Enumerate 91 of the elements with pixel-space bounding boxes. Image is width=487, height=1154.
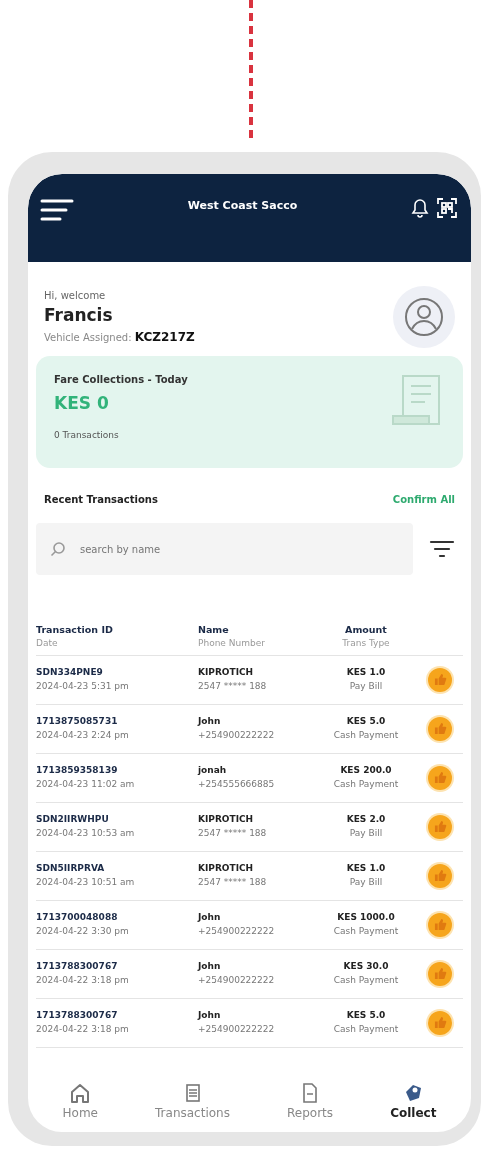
customer-name: John	[198, 911, 222, 925]
nav-tab[interactable]: Home	[62, 1082, 98, 1122]
home-icon	[69, 1082, 92, 1104]
filter-icon[interactable]	[429, 539, 455, 559]
column-subheader: Trans Type	[341, 637, 391, 651]
search-icon	[50, 541, 66, 557]
confirm-button[interactable]	[428, 765, 452, 790]
card-title: Fare Collections - Today	[54, 373, 188, 387]
phone-number: 2547 ***** 188	[198, 679, 268, 693]
transaction-id: 1713700048088	[36, 911, 119, 925]
transaction-id: 1713859358139	[36, 764, 119, 778]
phone-number: +254900222222	[198, 973, 276, 987]
transaction-type: Cash Payment	[332, 777, 400, 791]
confirm-button[interactable]	[428, 912, 452, 937]
amount: KES 1.0	[345, 862, 387, 876]
amount: KES 1000.0	[336, 911, 396, 925]
column-header: Transaction ID	[36, 623, 114, 637]
customer-name: John	[198, 715, 222, 729]
menu-icon[interactable]	[40, 198, 74, 222]
confirm-button[interactable]	[428, 863, 452, 888]
thumbs-up-icon	[433, 673, 447, 687]
customer-name: John	[198, 1009, 222, 1023]
customer-name: KIPROTICH	[198, 862, 255, 876]
phone-number: +254900222222	[198, 1022, 276, 1036]
confirm-button[interactable]	[428, 961, 452, 986]
confirm-button[interactable]	[428, 667, 452, 692]
search-field[interactable]: search by name	[36, 523, 413, 575]
phone-number: 2547 ***** 188	[198, 826, 268, 840]
confirm-button[interactable]	[428, 814, 452, 839]
phone-number: +254900222222	[198, 924, 276, 938]
nav-tab[interactable]: Collect	[390, 1082, 437, 1122]
confirm-all-link[interactable]: Confirm All	[392, 492, 455, 507]
amount: KES 5.0	[345, 1009, 387, 1023]
thumbs-up-icon	[433, 1016, 447, 1030]
phone-number: +254900222222	[198, 728, 276, 742]
thumbs-up-icon	[433, 869, 447, 883]
transaction-id: 1713788300767	[36, 1009, 119, 1023]
amount: KES 30.0	[342, 960, 390, 974]
transaction-type: Cash Payment	[332, 728, 400, 742]
column-header: Name	[198, 623, 230, 637]
transaction-date: 2024-04-22 3:18 pm	[36, 1022, 130, 1036]
amount: KES 2.0	[345, 813, 387, 827]
confirm-button[interactable]	[428, 716, 452, 741]
transaction-date: 2024-04-23 10:51 am	[36, 875, 136, 889]
greeting-text: Hi, welcome	[44, 288, 107, 303]
transaction-date: 2024-04-22 3:30 pm	[36, 924, 130, 938]
transaction-type: Pay Bill	[348, 875, 384, 889]
transaction-type: Cash Payment	[332, 973, 400, 987]
user-icon	[404, 297, 444, 337]
customer-name: KIPROTICH	[198, 813, 255, 827]
transaction-count: 0 Transactions	[54, 428, 120, 442]
vehicle-assigned-text: Vehicle Assigned: KCZ217Z	[44, 329, 195, 347]
column-header: Amount	[344, 623, 388, 637]
transaction-date: 2024-04-23 5:31 pm	[36, 679, 130, 693]
section-title: Recent Transactions	[44, 493, 158, 507]
collection-amount: KES 0	[54, 392, 110, 415]
app-title: West Coast Sacco	[187, 198, 298, 214]
amount: KES 1.0	[345, 666, 387, 680]
amount: KES 200.0	[339, 764, 393, 778]
notification-bell-icon[interactable]	[411, 198, 429, 218]
column-subheader: Phone Number	[198, 637, 266, 651]
transaction-date: 2024-04-23 10:53 am	[36, 826, 136, 840]
confirm-button[interactable]	[428, 1010, 452, 1035]
transaction-id: 1713875085731	[36, 715, 119, 729]
nav-tab[interactable]: Transactions	[155, 1082, 230, 1122]
transaction-id: 1713788300767	[36, 960, 119, 974]
transaction-type: Cash Payment	[332, 1022, 400, 1036]
thumbs-up-icon	[433, 771, 447, 785]
transaction-date: 2024-04-23 2:24 pm	[36, 728, 130, 742]
transaction-id: SDN334PNE9	[36, 666, 104, 680]
nav-tab[interactable]: Reports	[287, 1082, 334, 1122]
thumbs-up-icon	[433, 967, 447, 981]
transaction-id: SDN5IIRPRVA	[36, 862, 106, 876]
thumbs-up-icon	[433, 918, 447, 932]
thumbs-up-icon	[433, 820, 447, 834]
thumbs-up-icon	[433, 722, 447, 736]
transaction-type: Cash Payment	[332, 924, 400, 938]
transaction-type: Pay Bill	[348, 826, 384, 840]
transaction-date: 2024-04-22 3:18 pm	[36, 973, 130, 987]
transaction-date: 2024-04-23 11:02 am	[36, 777, 136, 791]
customer-name: KIPROTICH	[198, 666, 255, 680]
amount: KES 5.0	[345, 715, 387, 729]
transaction-type: Pay Bill	[348, 679, 384, 693]
phone-number: +254555666885	[198, 777, 276, 791]
customer-name: John	[198, 960, 222, 974]
phone-number: 2547 ***** 188	[198, 875, 268, 889]
qr-scan-icon[interactable]	[437, 198, 457, 218]
column-subheader: Date	[36, 637, 59, 651]
user-name: Francis	[44, 303, 114, 327]
transaction-id: SDN2IIRWHPU	[36, 813, 110, 827]
customer-name: jonah	[198, 764, 228, 778]
